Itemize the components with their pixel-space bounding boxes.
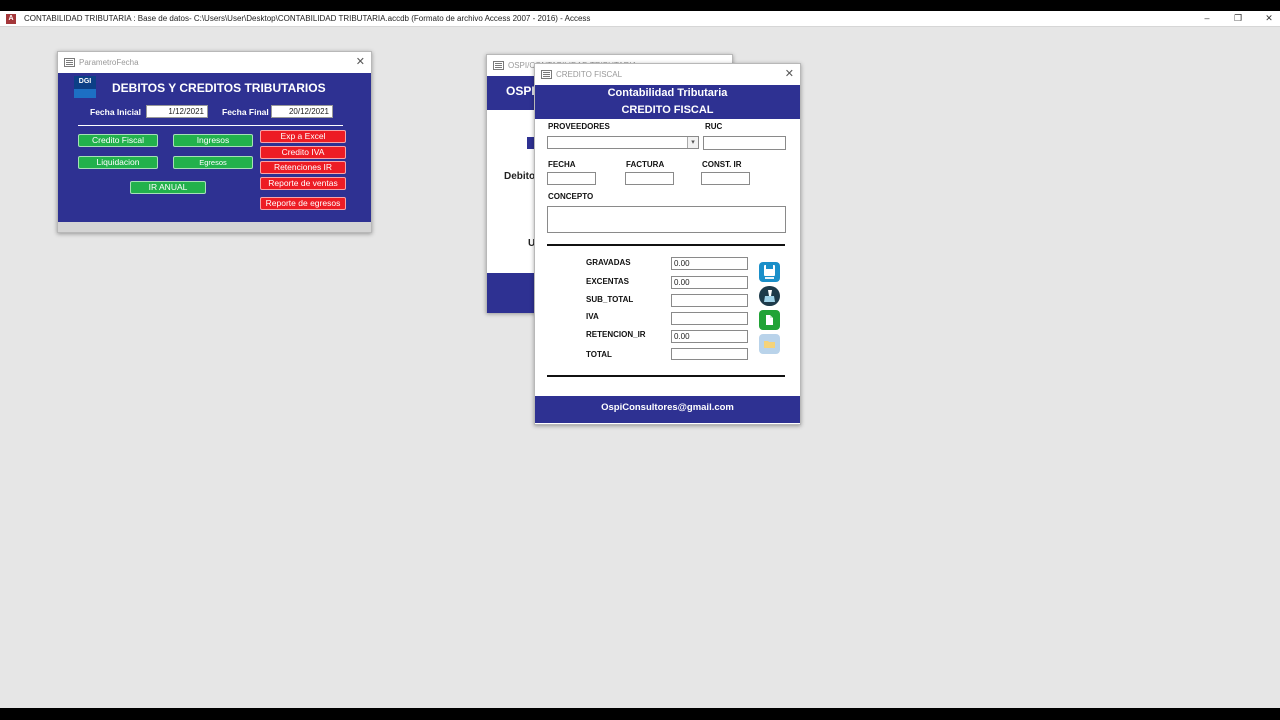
divider xyxy=(78,125,343,126)
excel-icon[interactable] xyxy=(759,310,780,330)
app-title: CONTABILIDAD TRIBUTARIA : Base de datos-… xyxy=(24,14,591,23)
dgi-logo: DGI xyxy=(74,76,96,98)
access-app-icon: A xyxy=(6,14,16,24)
gravadas-input[interactable]: 0.00 xyxy=(671,257,748,270)
retencion-ir-label: RETENCION_IR xyxy=(586,330,646,339)
divider xyxy=(547,244,785,246)
proveedores-combo[interactable] xyxy=(547,136,699,149)
close-icon[interactable]: ✕ xyxy=(1262,13,1276,24)
total-label: TOTAL xyxy=(586,350,612,359)
parametro-window-titlebar: ParametroFecha ✕ xyxy=(58,52,371,73)
excentas-label: EXCENTAS xyxy=(586,277,629,286)
retencion-ir-input[interactable]: 0.00 xyxy=(671,330,748,343)
cf-header-title: Contabilidad Tributaria xyxy=(607,87,728,99)
const-ir-input[interactable] xyxy=(701,172,750,185)
credito-fiscal-button[interactable]: Credito Fiscal xyxy=(78,134,158,147)
ruc-label: RUC xyxy=(705,122,723,131)
const-ir-label: CONST. IR xyxy=(702,160,742,169)
folder-icon[interactable] xyxy=(759,334,780,354)
total-input[interactable] xyxy=(671,348,748,360)
factura-input[interactable] xyxy=(625,172,674,185)
restore-icon[interactable]: ❐ xyxy=(1231,13,1245,24)
chevron-down-icon[interactable]: ▾ xyxy=(687,137,698,148)
gravadas-label: GRAVADAS xyxy=(586,258,631,267)
folder-icon-graphic xyxy=(764,341,775,348)
clean-icon-graphic xyxy=(764,290,775,302)
retenciones-ir-button[interactable]: Retenciones IR xyxy=(260,161,346,174)
reporte-ventas-button[interactable]: Reporte de ventas xyxy=(260,177,346,190)
close-icon[interactable]: ✕ xyxy=(785,67,794,80)
proveedores-label: PROVEEDORES xyxy=(548,122,610,131)
fecha-final-label: Fecha Final xyxy=(222,107,269,117)
save-icon[interactable] xyxy=(759,262,780,282)
concepto-input[interactable] xyxy=(547,206,786,233)
ruc-input[interactable] xyxy=(703,136,786,150)
iva-input[interactable] xyxy=(671,312,748,325)
form-icon xyxy=(541,70,552,79)
close-icon[interactable]: ✕ xyxy=(356,55,365,68)
parametro-form-footer xyxy=(58,222,371,232)
concepto-label: CONCEPTO xyxy=(548,192,594,201)
excentas-input[interactable]: 0.00 xyxy=(671,276,748,289)
cf-header: Contabilidad Tributaria CREDITO FISCAL xyxy=(535,85,800,119)
cf-window-title: CREDITO FISCAL xyxy=(556,70,623,79)
param-heading: DEBITOS Y CREDITOS TRIBUTARIOS xyxy=(112,81,326,95)
credito-iva-button[interactable]: Credito IVA xyxy=(260,146,346,159)
sub-total-label: SUB_TOTAL xyxy=(586,295,634,304)
sub-total-input[interactable] xyxy=(671,294,748,307)
logo-text: DGI xyxy=(78,78,92,85)
fecha-inicial-label: Fecha Inicial xyxy=(90,107,142,117)
fecha-input[interactable] xyxy=(547,172,596,185)
logo-band xyxy=(74,89,96,98)
cf-header-subtitle: CREDITO FISCAL xyxy=(621,104,714,116)
divider xyxy=(547,375,785,377)
excel-icon-graphic xyxy=(766,315,773,325)
fecha-label: FECHA xyxy=(548,160,576,169)
save-icon-graphic xyxy=(764,265,775,279)
credito-fiscal-window: CREDITO FISCAL ✕ Contabilidad Tributaria… xyxy=(534,63,801,425)
reporte-egresos-button[interactable]: Reporte de egresos xyxy=(260,197,346,210)
form-icon xyxy=(64,58,75,67)
form-icon xyxy=(493,61,504,70)
ospi-debito-label: Debito xyxy=(504,171,536,182)
exp-excel-button[interactable]: Exp a Excel xyxy=(260,130,346,143)
iva-label: IVA xyxy=(586,312,599,321)
clean-icon[interactable] xyxy=(759,286,780,306)
egresos-button[interactable]: Egresos xyxy=(173,156,253,169)
ingresos-button[interactable]: Ingresos xyxy=(173,134,253,147)
liquidacion-button[interactable]: Liquidacion xyxy=(78,156,158,169)
parametro-form-body: DGI DEBITOS Y CREDITOS TRIBUTARIOS Fecha… xyxy=(58,73,371,222)
factura-label: FACTURA xyxy=(626,160,665,169)
fecha-inicial-input[interactable]: 1/12/2021 xyxy=(146,105,208,118)
cf-footer-email: OspiConsultores@gmail.com xyxy=(535,396,800,423)
desktop-area: A CONTABILIDAD TRIBUTARIA : Base de dato… xyxy=(0,11,1280,708)
parametro-fecha-window: ParametroFecha ✕ DGI DEBITOS Y CREDITOS … xyxy=(57,51,372,233)
parametro-window-title: ParametroFecha xyxy=(79,58,139,67)
fecha-final-input[interactable]: 20/12/2021 xyxy=(271,105,333,118)
cf-window-titlebar: CREDITO FISCAL ✕ xyxy=(535,64,800,85)
minimize-icon[interactable]: – xyxy=(1200,13,1214,23)
app-title-bar: A CONTABILIDAD TRIBUTARIA : Base de dato… xyxy=(0,11,1280,27)
ir-anual-button[interactable]: IR ANUAL xyxy=(130,181,206,194)
